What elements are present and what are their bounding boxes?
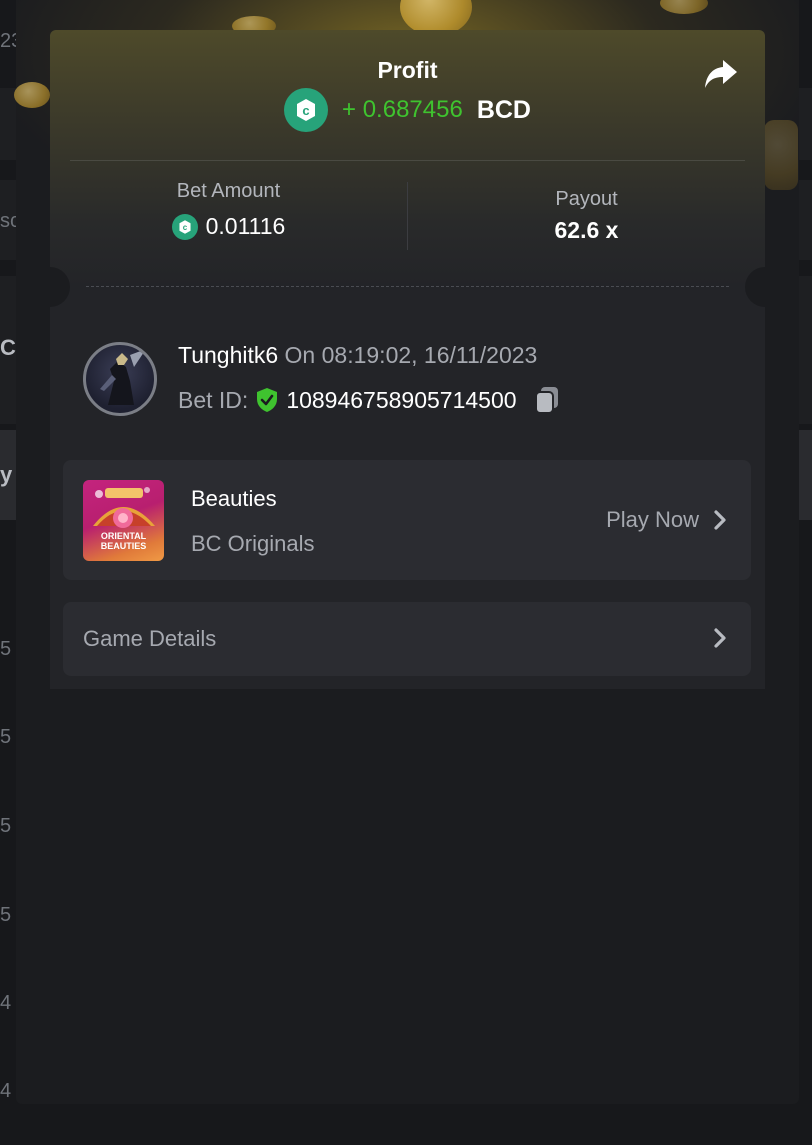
background-text: 4 xyxy=(0,1080,12,1102)
background-text: 5 xyxy=(0,904,12,926)
username[interactable]: Tunghitk6 xyxy=(178,342,278,368)
background-text: 5 xyxy=(0,726,12,748)
play-now-label: Play Now xyxy=(606,507,699,532)
bet-amount-label: Bet Amount xyxy=(176,180,281,202)
copy-button[interactable] xyxy=(534,386,560,414)
bet-amount-stat: Bet Amount c 0.01116 xyxy=(50,180,407,240)
background-text: 4 xyxy=(0,992,12,1014)
thumbnail-text: ORIENTAL xyxy=(100,531,147,541)
bet-id-value: 108946758905714500 xyxy=(286,386,517,413)
dashed-divider xyxy=(86,286,729,287)
thumbnail-caption: ORIENTAL BEAUTIES xyxy=(83,531,164,551)
payout-label: Payout xyxy=(555,188,618,210)
background-text: y xyxy=(0,462,13,487)
bet-amount-row: c 0.01116 xyxy=(50,213,407,240)
game-title: Beauties xyxy=(191,486,277,511)
svg-text:c: c xyxy=(182,223,187,232)
profit-row: c + 0.687456 BCD xyxy=(50,88,765,132)
profit-currency: BCD xyxy=(476,95,531,124)
game-provider: BC Originals xyxy=(191,531,315,556)
svg-text:c: c xyxy=(302,103,309,118)
profit-value: + 0.687456 xyxy=(342,96,463,123)
profit-title: Profit xyxy=(377,57,438,83)
bet-amount-value: 0.01116 xyxy=(205,213,286,239)
bc-coin-icon: c xyxy=(284,88,329,132)
game-details-label: Game Details xyxy=(83,626,217,651)
user-info: Tunghitk6 On 08:19:02, 16/11/2023 Bet ID… xyxy=(83,342,743,422)
thumbnail-text: BEAUTIES xyxy=(100,541,147,551)
shield-check-icon xyxy=(257,388,278,412)
share-arrow-icon xyxy=(705,60,737,88)
game-details-button[interactable]: Game Details xyxy=(63,602,751,676)
background-text: 5 xyxy=(0,638,12,660)
bet-timestamp: On 08:19:02, 16/11/2023 xyxy=(278,342,538,368)
bet-receipt-card: Profit c + 0.687456 BCD Bet Amount c 0.0… xyxy=(50,30,765,689)
play-now-button[interactable]: Play Now xyxy=(606,507,727,533)
avatar[interactable] xyxy=(83,342,157,416)
copy-icon xyxy=(534,387,558,414)
chevron-right-icon xyxy=(714,510,726,530)
bet-id-row: Bet ID: 108946758905714500 xyxy=(178,386,560,414)
gold-coin-decoration xyxy=(764,120,798,190)
background-text: C xyxy=(0,335,16,360)
payout-stat: Payout 62.6 x xyxy=(408,188,765,244)
chevron-right-icon xyxy=(714,628,726,648)
bc-coin-icon: c xyxy=(171,213,198,240)
share-button[interactable] xyxy=(701,56,741,92)
bet-id-label: Bet ID: xyxy=(178,386,249,413)
user-line: Tunghitk6 On 08:19:02, 16/11/2023 xyxy=(178,342,537,369)
game-thumbnail[interactable]: ORIENTAL BEAUTIES xyxy=(83,480,164,561)
payout-value: 62.6 x xyxy=(554,217,619,243)
gold-coin-decoration xyxy=(14,82,50,108)
background-text: 5 xyxy=(0,815,12,837)
game-card[interactable]: ORIENTAL BEAUTIES Beauties BC Originals … xyxy=(63,460,751,580)
divider xyxy=(70,160,745,161)
